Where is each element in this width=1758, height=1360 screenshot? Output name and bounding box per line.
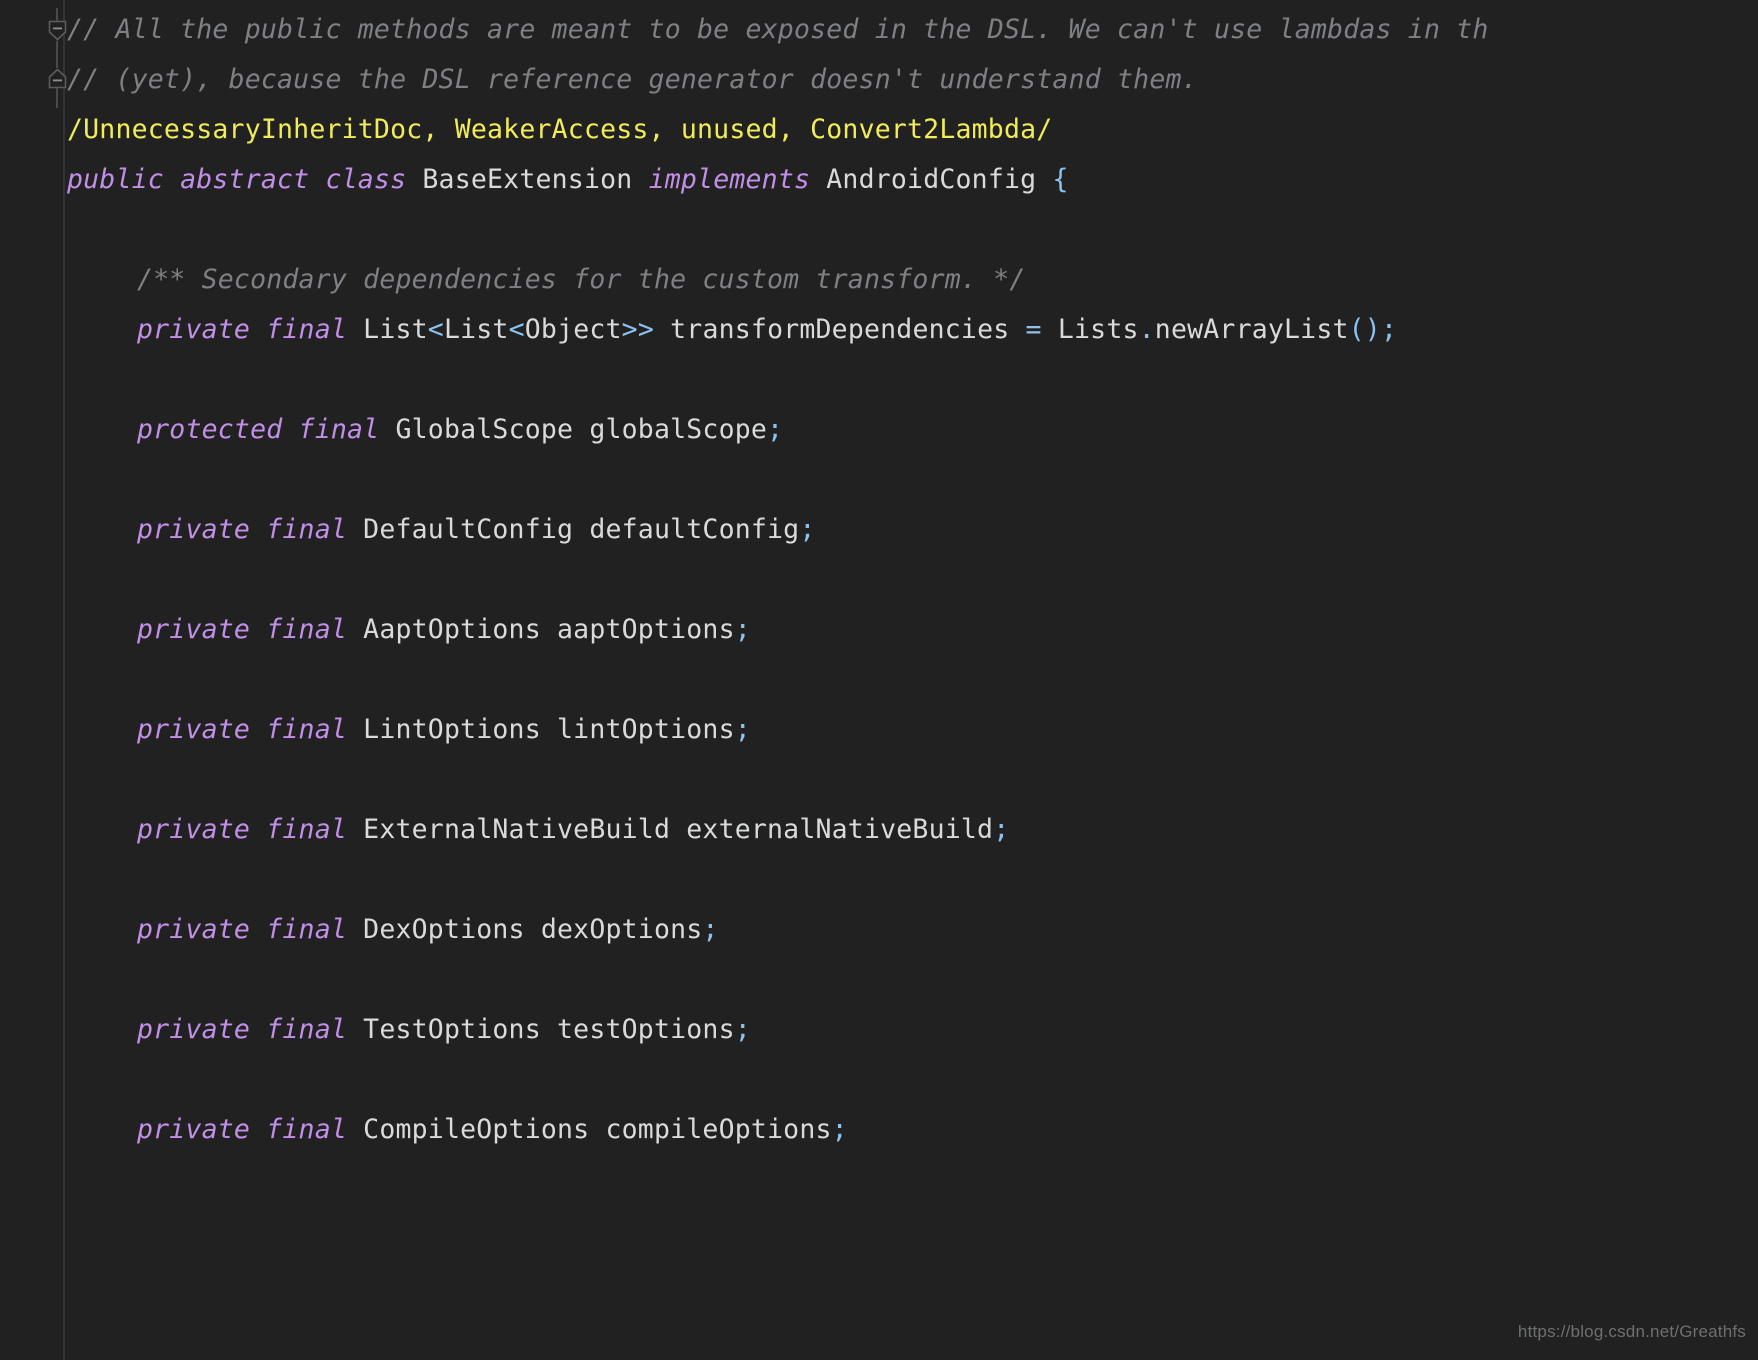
code-token-keyword: private final xyxy=(137,514,348,545)
code-token-operator: ; xyxy=(799,514,816,545)
code-token-identifier: Object xyxy=(524,314,622,345)
code-token-operator: { xyxy=(1052,164,1069,195)
code-token-keyword: private final xyxy=(137,1114,348,1145)
code-token-identifier: Lists xyxy=(1057,314,1139,345)
code-token-identifier: DexOptions dexOptions xyxy=(363,914,703,945)
code-token-operator: ; xyxy=(734,1014,751,1045)
code-line[interactable]: public abstract class BaseExtension impl… xyxy=(67,155,1069,205)
code-line[interactable]: // (yet), because the DSL reference gene… xyxy=(67,55,1198,105)
code-token-keyword: private final xyxy=(137,814,348,845)
code-line[interactable]: /** Secondary dependencies for the custo… xyxy=(137,255,1026,305)
code-token-identifier: List xyxy=(363,314,428,345)
code-token-comment: // (yet), because the DSL reference gene… xyxy=(67,64,1198,95)
code-token-operator: < xyxy=(427,314,444,345)
code-token-keyword: private final xyxy=(137,314,348,345)
fold-collapse-minus-icon xyxy=(48,20,67,41)
code-token-comment: /** Secondary dependencies for the custo… xyxy=(137,264,1026,295)
code-token-comment: // All the public methods are meant to b… xyxy=(67,14,1489,45)
code-token-identifier: ExternalNativeBuild externalNativeBuild xyxy=(363,814,994,845)
code-token-identifier: TestOptions testOptions xyxy=(363,1014,735,1045)
code-token-operator: . xyxy=(1138,314,1155,345)
code-token-keyword: private final xyxy=(137,714,348,745)
code-line[interactable]: private final CompileOptions compileOpti… xyxy=(137,1105,848,1155)
code-token-identifier: List xyxy=(443,314,509,345)
code-token-operator: ; xyxy=(734,714,751,745)
code-token-annotation: /UnnecessaryInheritDoc, WeakerAccess, un… xyxy=(67,114,1053,145)
fold-stem-line xyxy=(56,41,58,68)
code-token-operator: (); xyxy=(1348,314,1398,345)
code-token-identifier: CompileOptions compileOptions xyxy=(363,1114,832,1145)
code-line[interactable]: private final DexOptions dexOptions; xyxy=(137,905,719,955)
code-line[interactable]: private final TestOptions testOptions; xyxy=(137,1005,751,1055)
fold-marker-comment-block-1[interactable] xyxy=(47,20,68,41)
code-token-operator: ; xyxy=(767,414,784,445)
code-token-operator: ; xyxy=(831,1114,848,1145)
fold-marker-comment-block-2[interactable] xyxy=(47,68,68,89)
fold-stem-line xyxy=(56,88,58,108)
code-token-keyword: implements xyxy=(648,164,811,195)
code-token-keyword: private final xyxy=(137,1014,348,1045)
code-token-operator: ; xyxy=(734,614,751,645)
code-line[interactable]: private final DefaultConfig defaultConfi… xyxy=(137,505,816,555)
code-token-operator: ; xyxy=(993,814,1010,845)
code-token-identifier: BaseExtension xyxy=(422,164,633,195)
code-token-operator: < xyxy=(508,314,525,345)
code-token-operator: ; xyxy=(702,914,719,945)
code-line[interactable]: private final List<List<Object>> transfo… xyxy=(137,305,1397,355)
code-token-identifier: AndroidConfig xyxy=(826,164,1037,195)
code-token-identifier: GlobalScope globalScope xyxy=(395,414,768,445)
code-token-keyword: private final xyxy=(137,614,348,645)
code-line[interactable]: /UnnecessaryInheritDoc, WeakerAccess, un… xyxy=(67,105,1052,155)
code-token-operator: >> xyxy=(621,314,654,345)
code-line[interactable]: // All the public methods are meant to b… xyxy=(67,5,1489,55)
code-content-area[interactable]: // All the public methods are meant to b… xyxy=(67,0,1758,1360)
code-token-identifier: AaptOptions aaptOptions xyxy=(363,614,735,645)
code-token-keyword: protected final xyxy=(137,414,380,445)
editor-gutter[interactable] xyxy=(0,0,68,1360)
code-token-operator: = xyxy=(1025,314,1042,345)
code-token-keyword: public abstract class xyxy=(67,164,407,195)
code-token-identifier: LintOptions lintOptions xyxy=(363,714,735,745)
code-line[interactable]: private final AaptOptions aaptOptions; xyxy=(137,605,751,655)
code-token-identifier: newArrayList xyxy=(1154,314,1349,345)
fold-collapse-minus-icon xyxy=(48,68,67,89)
code-token-identifier: transformDependencies xyxy=(670,314,1010,345)
code-line[interactable]: private final ExternalNativeBuild extern… xyxy=(137,805,1009,855)
code-line[interactable]: protected final GlobalScope globalScope; xyxy=(137,405,783,455)
watermark-text: https://blog.csdn.net/Greathfs xyxy=(1517,1322,1746,1341)
code-line[interactable]: private final LintOptions lintOptions; xyxy=(137,705,751,755)
code-editor[interactable]: // All the public methods are meant to b… xyxy=(0,0,1758,1360)
code-token-identifier: DefaultConfig defaultConfig xyxy=(363,514,800,545)
code-token-keyword: private final xyxy=(137,914,348,945)
